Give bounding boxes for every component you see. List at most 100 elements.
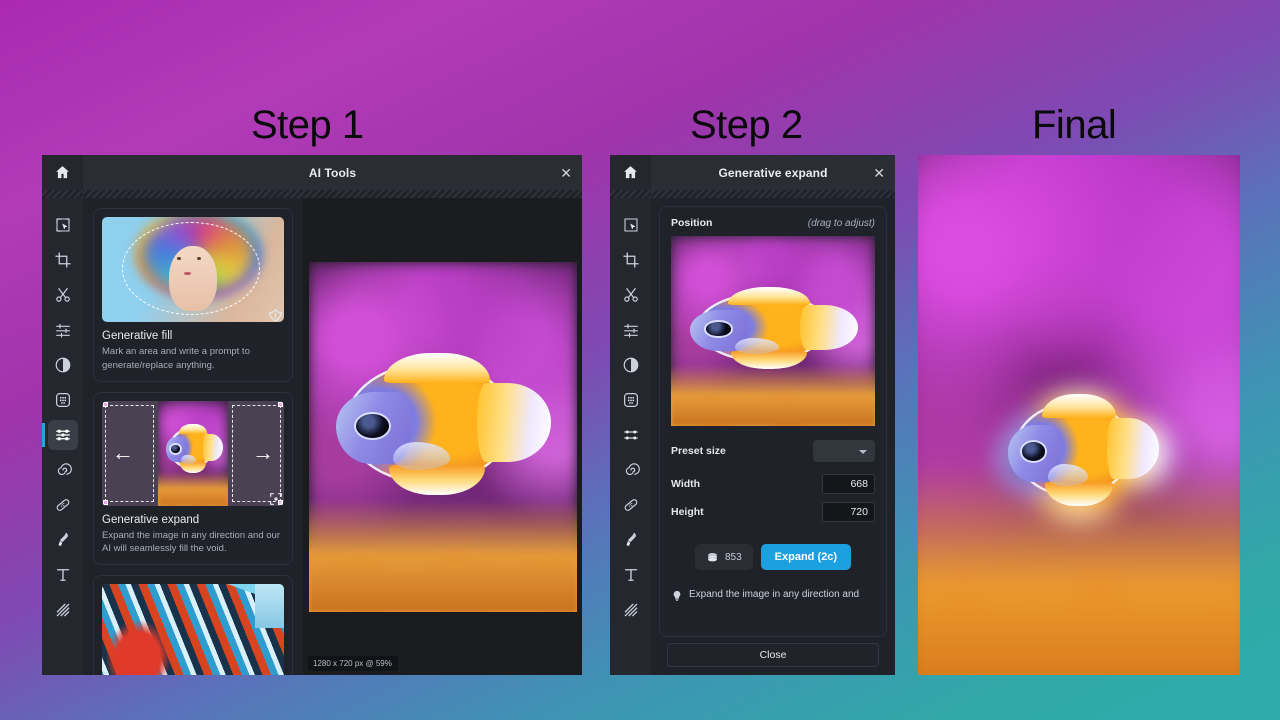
resize-handle[interactable] <box>103 500 108 505</box>
cursor-select-icon <box>54 216 72 234</box>
heal-tool[interactable] <box>48 490 78 520</box>
tip-row: Expand the image in any direction and ou… <box>671 588 875 603</box>
card-title: Generative fill <box>102 330 284 342</box>
diagonal-lines-icon <box>622 601 640 619</box>
step2-titlebar: Generative expand ✕ <box>610 155 895 190</box>
lightbulb-icon <box>671 589 683 603</box>
spiral-tool[interactable] <box>48 455 78 485</box>
card-generative-expand[interactable]: ← → Generative <box>93 392 293 566</box>
ai-tools[interactable] <box>48 420 78 450</box>
card-generative-fill[interactable]: Generative fill Mark an area and write a… <box>93 208 293 382</box>
pattern-tool[interactable] <box>48 595 78 625</box>
adjust-tool[interactable] <box>48 315 78 345</box>
arrow-left-icon: ← <box>112 442 134 464</box>
height-row: Height 720 <box>671 502 875 522</box>
step1-canvas[interactable]: 1280 x 720 px @ 59% <box>303 198 582 675</box>
cut-tool[interactable] <box>48 280 78 310</box>
text-tool[interactable] <box>616 560 646 590</box>
crop-icon <box>622 251 640 269</box>
spiral-icon <box>622 461 640 479</box>
preset-size-row: Preset size <box>671 440 875 462</box>
arrow-right-icon: → <box>252 442 274 464</box>
card-title: Generative expand <box>102 514 284 526</box>
home-icon <box>54 164 71 181</box>
step2-app-window: Generative expand ✕ <box>610 155 895 675</box>
resize-handle[interactable] <box>278 402 283 407</box>
preset-size-select[interactable] <box>813 440 875 462</box>
select-tool[interactable] <box>48 210 78 240</box>
position-label: Position <box>671 217 712 229</box>
caption-step-1: Step 1 <box>251 105 364 145</box>
home-icon <box>622 164 639 181</box>
home-button[interactable] <box>42 155 83 190</box>
contrast-tool[interactable] <box>616 350 646 380</box>
width-label: Width <box>671 478 700 490</box>
position-header: Position (drag to adjust) <box>671 217 875 229</box>
step1-hatch-divider <box>42 190 582 198</box>
bandage-icon <box>54 496 72 514</box>
text-t-icon <box>54 566 72 584</box>
spiral-tool[interactable] <box>616 455 646 485</box>
crop-tool[interactable] <box>48 245 78 275</box>
expand-frame-icon <box>268 491 284 512</box>
spiral-icon <box>54 461 72 479</box>
text-tool[interactable] <box>48 560 78 590</box>
third-tool-thumbnail <box>102 584 284 675</box>
position-preview[interactable] <box>671 236 875 426</box>
close-button[interactable]: Close <box>667 643 879 667</box>
generative-fill-thumbnail <box>102 217 284 322</box>
action-row: 853 Expand (2c) <box>671 544 875 570</box>
close-icon[interactable]: ✕ <box>560 166 572 180</box>
adjust-tool[interactable] <box>616 315 646 345</box>
ai-nodes-icon <box>54 426 72 444</box>
expand-button[interactable]: Expand (2c) <box>761 544 851 570</box>
step2-title: Generative expand <box>718 166 827 180</box>
scissors-icon <box>622 286 640 304</box>
diagonal-lines-icon <box>54 601 72 619</box>
scissors-icon <box>54 286 72 304</box>
cut-tool[interactable] <box>616 280 646 310</box>
texture-tool[interactable] <box>616 385 646 415</box>
resize-handle[interactable] <box>103 402 108 407</box>
contrast-circle-icon <box>622 356 640 374</box>
ai-tools-list: Generative fill Mark an area and write a… <box>83 198 303 675</box>
height-input[interactable]: 720 <box>822 502 875 522</box>
ai-nodes-icon <box>622 426 640 444</box>
pattern-tool[interactable] <box>616 595 646 625</box>
contrast-tool[interactable] <box>48 350 78 380</box>
card-description: Mark an area and write a prompt to gener… <box>102 345 284 373</box>
bandage-icon <box>622 496 640 514</box>
step2-tool-rail <box>610 198 651 675</box>
caption-step-2: Step 2 <box>690 105 803 145</box>
texture-tool[interactable] <box>48 385 78 415</box>
crop-icon <box>54 251 72 269</box>
brush-tool[interactable] <box>48 525 78 555</box>
width-row: Width 668 <box>671 474 875 494</box>
position-hint: (drag to adjust) <box>808 218 875 229</box>
home-button[interactable] <box>610 155 651 190</box>
ai-tools[interactable] <box>616 420 646 450</box>
select-tool[interactable] <box>616 210 646 240</box>
cursor-select-icon <box>622 216 640 234</box>
step1-title: AI Tools <box>309 166 356 180</box>
crop-tool[interactable] <box>616 245 646 275</box>
width-input[interactable]: 668 <box>822 474 875 494</box>
brush-icon <box>54 531 72 549</box>
generative-expand-thumbnail: ← → <box>102 401 284 506</box>
step1-tool-rail <box>42 198 83 675</box>
credits-badge[interactable]: 853 <box>695 544 753 570</box>
brush-icon <box>622 531 640 549</box>
brush-tool[interactable] <box>616 525 646 555</box>
heal-tool[interactable] <box>616 490 646 520</box>
card-third-tool[interactable] <box>93 575 293 675</box>
close-icon[interactable]: ✕ <box>873 166 885 180</box>
preset-size-label: Preset size <box>671 445 726 457</box>
dotted-square-icon <box>54 391 72 409</box>
text-t-icon <box>622 566 640 584</box>
coins-icon <box>706 551 719 564</box>
tip-text: Expand the image in any direction and ou… <box>689 588 875 603</box>
contrast-circle-icon <box>54 356 72 374</box>
sliders-icon <box>54 321 72 339</box>
step1-titlebar: AI Tools ✕ <box>42 155 582 190</box>
dotted-square-icon <box>622 391 640 409</box>
